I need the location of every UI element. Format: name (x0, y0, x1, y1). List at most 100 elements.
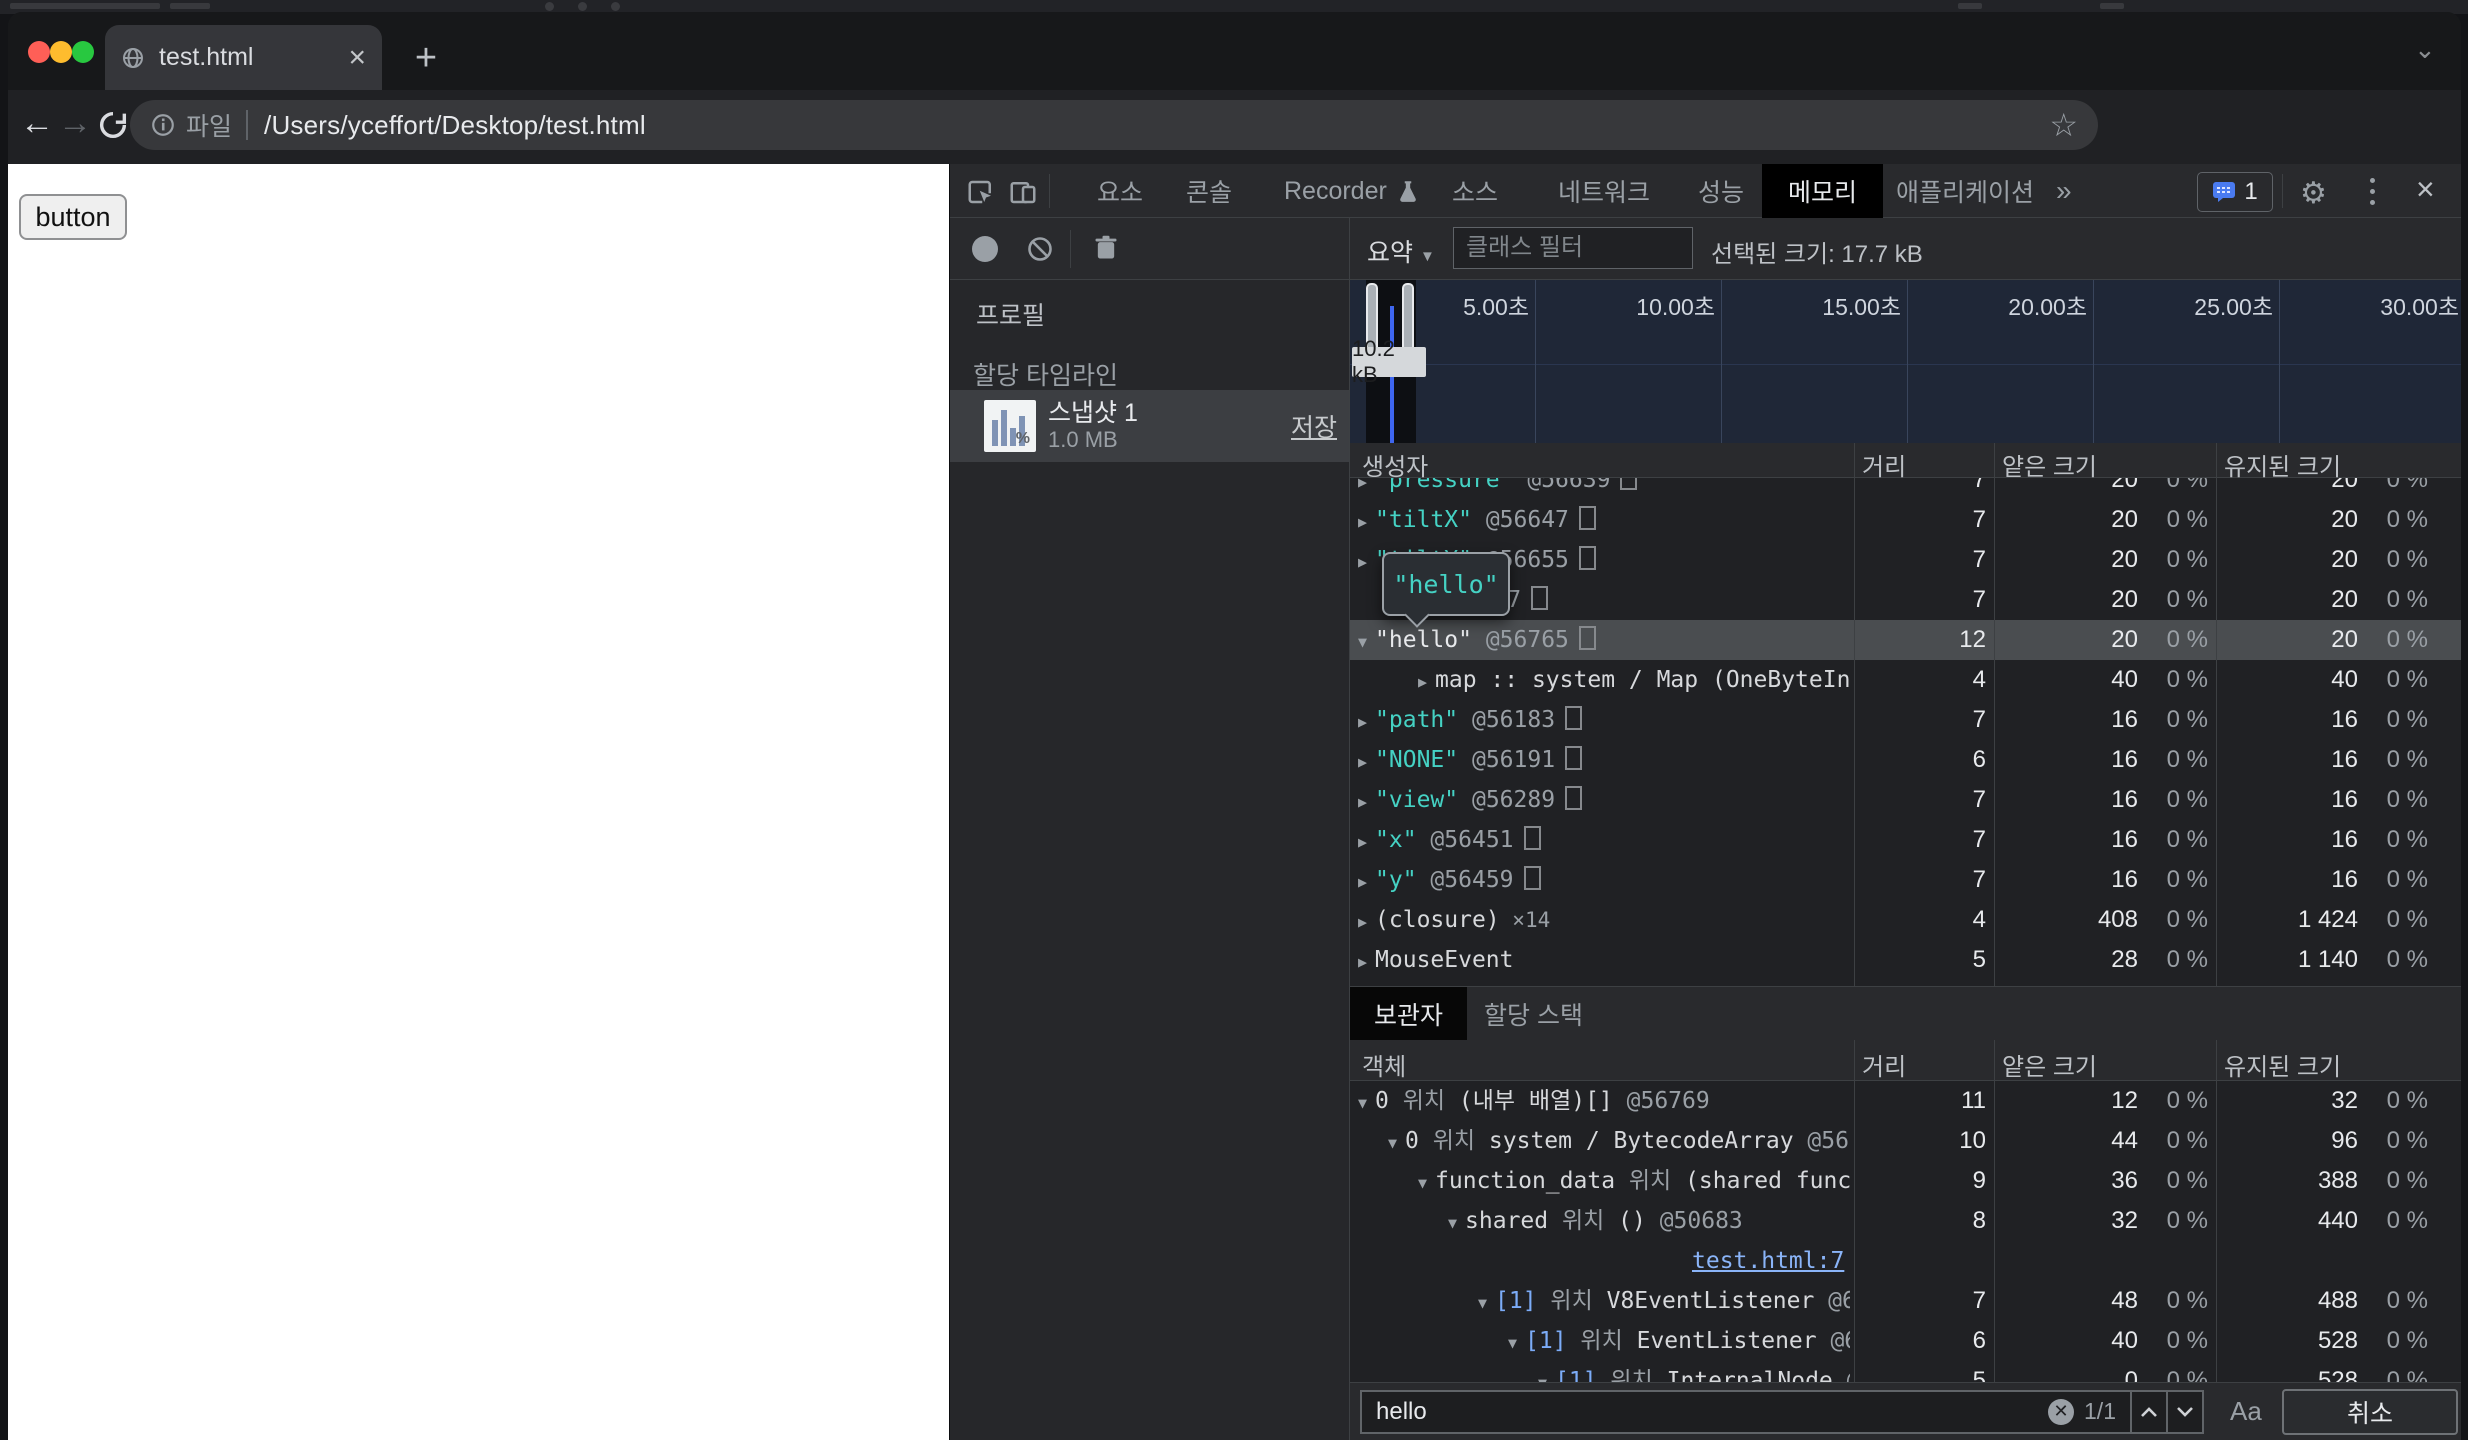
expanded-triangle-icon[interactable]: ▼ (1358, 1094, 1367, 1112)
tab-memory[interactable]: 메모리 (1762, 164, 1884, 218)
site-info-icon[interactable] (150, 112, 176, 138)
retainer-row[interactable]: ▼ shared 위치 () @50683 8 32 0 % 440 0 % (1350, 1201, 2461, 1241)
cancel-search-button[interactable]: 취소 (2282, 1388, 2458, 1435)
class-filter-input[interactable] (1453, 227, 1693, 269)
snapshot-item[interactable]: % 스냅샷 1 1.0 MB 저장 (950, 390, 1349, 462)
perspective-select[interactable]: 요약 ▼ (1367, 233, 1435, 269)
collapsed-triangle-icon[interactable]: ▶ (1358, 753, 1367, 771)
page-button[interactable]: button (19, 194, 127, 240)
heap-constructor-row[interactable]: ▶ "view" @56289 7 16 0 % 16 0 % (1350, 780, 2461, 820)
retainer-row[interactable]: ▼ 0 위치 (내부 배열)[] @56769 11 12 0 % 32 0 % (1350, 1081, 2461, 1121)
issues-badge[interactable]: 1 (2197, 172, 2273, 212)
search-input[interactable] (1362, 1397, 2049, 1426)
tab-elements[interactable]: 요소 (1097, 164, 1143, 218)
collapsed-triangle-icon[interactable]: ▶ (1358, 873, 1367, 891)
address-bar[interactable]: 파일 /Users/yceffort/Desktop/test.html ☆ (130, 100, 2098, 150)
col-constructor[interactable]: 생성자 (1362, 447, 1428, 482)
inspect-element-icon[interactable] (966, 177, 996, 207)
heap-constructor-row[interactable]: ▶ "tiltX" @56647 7 20 0 % 20 0 % (1350, 500, 2461, 540)
url-text[interactable]: /Users/yceffort/Desktop/test.html (264, 110, 2049, 141)
minimize-window-button[interactable] (50, 41, 72, 63)
match-case-button[interactable]: Aa (2230, 1396, 2262, 1427)
retainer-row[interactable]: ▼ 0 위치 system / BytecodeArray @56771 10 44 0… (1350, 1121, 2461, 1161)
heap-constructor-row[interactable]: ▶ (closure) ×14 4 408 0 % 1 424 0 % (1350, 900, 2461, 940)
tab-allocation-stack[interactable]: 할당 스택 (1460, 987, 1607, 1041)
bookmark-star-icon[interactable]: ☆ (2049, 106, 2078, 144)
expanded-triangle-icon[interactable]: ▼ (1448, 1214, 1457, 1232)
allocation-timeline-chart[interactable]: 5.00초 10.00초 15.00초 20.00초 25.00초 30.00초 10.2… (1350, 280, 2461, 443)
next-match-chevron-down-icon[interactable] (2168, 1392, 2202, 1432)
devtools-menu-icon[interactable] (2370, 178, 2375, 205)
collapsed-triangle-icon[interactable]: ▶ (1358, 478, 1367, 491)
device-toolbar-icon[interactable] (1008, 177, 1038, 207)
col-retained-size[interactable]: 유지된 크기 (2224, 447, 2341, 482)
previous-match-chevron-up-icon[interactable] (2132, 1392, 2166, 1432)
devtools-settings-gear-icon[interactable]: ⚙ (2300, 176, 2327, 211)
expanded-triangle-icon[interactable]: ▼ (1418, 1174, 1427, 1192)
retainer-row[interactable]: test.html:7 (1350, 1241, 2461, 1281)
tab-performance[interactable]: 성능 (1698, 164, 1744, 218)
retainer-row[interactable]: ▼ [1] 위치 EventListener @653 6 40 0 % 528 0 % (1350, 1321, 2461, 1361)
retainer-row[interactable]: ▼ [1] 위치 V8EventListener @653 7 48 0 % 488 0 % (1350, 1281, 2461, 1321)
col-object[interactable]: 객체 (1362, 1047, 1406, 1082)
panel-divider[interactable] (1349, 218, 1350, 1440)
tab-retainers[interactable]: 보관자 (1350, 987, 1468, 1041)
heap-constructor-row[interactable]: ▶ "x" @56451 7 16 0 % 16 0 % (1350, 820, 2461, 860)
heap-constructor-row[interactable]: ▶ "path" @56183 7 16 0 % 16 0 % (1350, 700, 2461, 740)
tab-search-chevron-icon[interactable]: ⌄ (2414, 34, 2436, 65)
tab-console[interactable]: 콘솔 (1186, 164, 1232, 218)
zoom-window-button[interactable] (72, 41, 94, 63)
collapsed-triangle-icon[interactable]: ▶ (1418, 673, 1427, 691)
back-button[interactable]: ← (20, 104, 54, 143)
heap-constructor-row[interactable]: ▶ "NONE" @56191 6 16 0 % 16 0 % (1350, 740, 2461, 780)
collapsed-triangle-icon[interactable]: ▶ (1358, 793, 1367, 811)
delete-profile-trash-icon[interactable] (1092, 234, 1120, 262)
heap-constructor-row[interactable]: ▶ MouseEvent 5 28 0 % 1 140 0 % (1350, 940, 2461, 980)
devtools-close-icon[interactable]: × (2416, 171, 2435, 208)
clear-icon[interactable] (1026, 235, 1054, 263)
browser-tab[interactable]: test.html × (105, 25, 382, 90)
save-snapshot-link[interactable]: 저장 (1291, 408, 1337, 444)
reload-button[interactable] (96, 108, 130, 142)
more-tabs-icon[interactable]: » (2056, 164, 2072, 218)
column-divider[interactable] (2216, 443, 2217, 986)
expanded-triangle-icon[interactable]: ▼ (1358, 633, 1367, 651)
col-retained-size[interactable]: 유지된 크기 (2224, 1047, 2341, 1082)
heap-constructor-row[interactable]: @566877200 %200 % (1350, 580, 2461, 620)
search-box[interactable]: ✕ 1/1 (1360, 1389, 2204, 1434)
record-heap-icon[interactable] (972, 236, 998, 262)
column-divider[interactable] (1994, 1040, 1995, 1440)
tab-network[interactable]: 네트워크 (1558, 164, 1650, 218)
heap-constructor-row[interactable]: ▼ "hello" @56765 12 20 0 % 20 0 % (1350, 620, 2461, 660)
collapsed-triangle-icon[interactable]: ▶ (1358, 953, 1367, 971)
expanded-triangle-icon[interactable]: ▼ (1388, 1134, 1397, 1152)
column-divider[interactable] (1854, 1040, 1855, 1440)
tab-sources[interactable]: 소스 (1452, 164, 1498, 218)
heap-constructor-row[interactable]: ▶ "y" @56459 7 16 0 % 16 0 % (1350, 860, 2461, 900)
retainer-row[interactable]: ▼ function_data 위치 (shared functio 9 36 0 % 3… (1350, 1161, 2461, 1201)
expanded-triangle-icon[interactable]: ▼ (1508, 1334, 1517, 1352)
collapsed-triangle-icon[interactable]: ▶ (1358, 913, 1367, 931)
new-tab-button[interactable]: + (404, 36, 448, 80)
close-window-button[interactable] (28, 41, 50, 63)
col-shallow-size[interactable]: 얕은 크기 (2002, 1047, 2097, 1082)
source-location-link[interactable]: test.html:7 (1692, 1248, 1844, 1274)
column-divider[interactable] (1854, 443, 1855, 986)
col-shallow-size[interactable]: 얕은 크기 (2002, 447, 2097, 482)
collapsed-triangle-icon[interactable]: ▶ (1358, 513, 1367, 531)
collapsed-triangle-icon[interactable]: ▶ (1358, 833, 1367, 851)
collapsed-triangle-icon[interactable]: ▶ (1358, 713, 1367, 731)
column-divider[interactable] (1994, 443, 1995, 986)
tab-recorder[interactable]: Recorder (1284, 164, 1387, 218)
expanded-triangle-icon[interactable]: ▼ (1478, 1294, 1487, 1312)
heap-constructor-row[interactable]: ▶ map :: system / Map (OneByteInte 4 40 0 % 4… (1350, 660, 2461, 700)
col-distance[interactable]: 거리 (1862, 1047, 1906, 1082)
clear-search-icon[interactable]: ✕ (2048, 1398, 2075, 1425)
tab-close-icon[interactable]: × (348, 42, 366, 73)
heap-constructor-row[interactable]: ▶"tiltY" @566557200 %200 % (1350, 540, 2461, 580)
column-divider[interactable] (2216, 1040, 2217, 1440)
heap-constructor-row[interactable]: ▶ "pressure" @56639 7 20 0 % 20 0 % (1350, 478, 2461, 500)
collapsed-triangle-icon[interactable]: ▶ (1358, 553, 1367, 571)
col-distance[interactable]: 거리 (1862, 447, 1906, 482)
tab-application[interactable]: 애플리케이션 (1896, 164, 2034, 218)
